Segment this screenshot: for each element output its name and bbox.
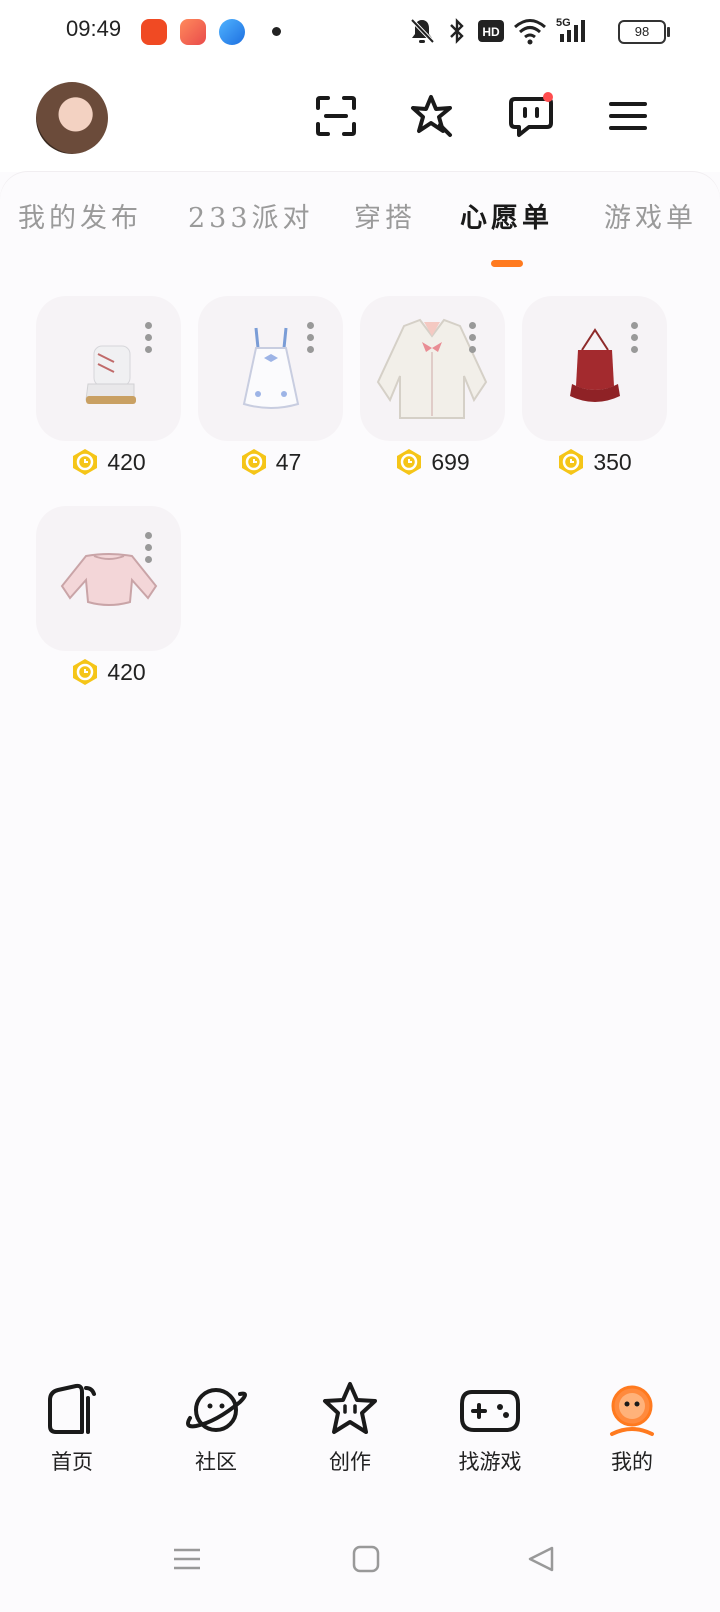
- cardigan-image: [376, 318, 488, 419]
- status-time: 09:49: [66, 16, 122, 41]
- profile-tabs: 我的发布 233派对 穿搭 心愿单 游戏单: [0, 196, 720, 276]
- pink-offshoulder-top-thumbnail[interactable]: [36, 506, 181, 651]
- white-dress-thumbnail[interactable]: [198, 296, 343, 441]
- more-options-button[interactable]: [631, 322, 639, 353]
- cardigan-thumbnail[interactable]: [360, 296, 505, 441]
- wifi-icon: [514, 19, 546, 45]
- cellular-signal-icon: 5G: [556, 17, 585, 42]
- wishlist-item: 350: [522, 296, 667, 496]
- home-icon: [48, 1383, 96, 1434]
- scan-button[interactable]: [310, 90, 362, 142]
- status-bar: 09:49 HD 5G 98: [0, 0, 720, 62]
- more-options-button[interactable]: [145, 532, 153, 563]
- scan-icon: [316, 96, 356, 136]
- recent-apps-icon[interactable]: [172, 1544, 202, 1574]
- nav-home[interactable]: 首页: [12, 1380, 132, 1490]
- profile-face-icon: [610, 1385, 654, 1436]
- mute-icon: [410, 18, 435, 44]
- game-app-icon: [180, 19, 206, 45]
- gamepad-icon: [460, 1390, 520, 1432]
- creation-star-button[interactable]: [407, 90, 459, 142]
- coin-icon: [73, 659, 98, 685]
- coin-icon: [397, 449, 422, 475]
- menu-icon: [609, 102, 647, 130]
- more-options-button[interactable]: [469, 322, 477, 353]
- content-panel: 我的发布 233派对 穿搭 心愿单 游戏单 420 47 699 350 420: [0, 172, 720, 1390]
- nav-me[interactable]: 我的: [572, 1380, 692, 1490]
- tab-233-party[interactable]: 233派对: [188, 196, 314, 235]
- wishlist-item: 420: [36, 296, 181, 496]
- nav-community[interactable]: 社区: [156, 1380, 276, 1490]
- dress-image: [242, 327, 300, 409]
- tab-wishlist[interactable]: 心愿单: [460, 196, 553, 235]
- star-wand-icon: [411, 95, 452, 137]
- nav-label: 我的: [611, 1450, 653, 1474]
- wishlist-item: 47: [198, 296, 343, 496]
- messages-button[interactable]: [505, 90, 557, 142]
- price-value: 350: [593, 448, 632, 475]
- price-value: 47: [275, 448, 302, 475]
- svg-text:5G: 5G: [556, 17, 571, 29]
- star-face-icon: [323, 1382, 377, 1434]
- wishlist-item: 699: [360, 296, 505, 496]
- active-tab-indicator: [491, 260, 523, 267]
- user-avatar[interactable]: [36, 82, 108, 154]
- unread-dot: [543, 92, 553, 102]
- price-value: 699: [431, 448, 470, 475]
- system-navigation-bar: [0, 1500, 720, 1612]
- item-price: 350: [522, 448, 667, 476]
- tab-outfits[interactable]: 穿搭: [354, 196, 416, 235]
- bottom-navigation: 首页 社区 创作 找游戏 我的: [0, 1380, 720, 1500]
- nav-find-games[interactable]: 找游戏: [430, 1380, 550, 1490]
- profile-header: [0, 62, 720, 172]
- pink-top-image: [60, 553, 158, 606]
- boots-image: [85, 345, 136, 404]
- battery-indicator: 98: [618, 20, 666, 44]
- hd-icon: HD: [478, 20, 504, 42]
- nav-label: 首页: [51, 1450, 93, 1474]
- coin-icon: [559, 449, 584, 475]
- app-notification-icon: [141, 19, 167, 45]
- item-price: 420: [36, 658, 181, 686]
- more-notifications-dot: [272, 27, 281, 36]
- nav-label: 创作: [329, 1450, 371, 1474]
- nav-label: 找游戏: [458, 1450, 522, 1474]
- coin-icon: [73, 449, 98, 475]
- nav-label: 社区: [195, 1450, 237, 1474]
- red-halter-top-thumbnail[interactable]: [522, 296, 667, 441]
- white-boots-thumbnail[interactable]: [36, 296, 181, 441]
- more-options-button[interactable]: [307, 322, 315, 353]
- tab-game-list[interactable]: 游戏单: [604, 196, 697, 235]
- browser-app-icon: [219, 19, 245, 45]
- battery-tip: [667, 27, 670, 37]
- price-value: 420: [107, 448, 146, 475]
- back-icon[interactable]: [526, 1544, 556, 1574]
- tab-my-posts[interactable]: 我的发布: [18, 196, 142, 235]
- nav-create[interactable]: 创作: [290, 1380, 410, 1490]
- more-options-button[interactable]: [145, 322, 153, 353]
- menu-button[interactable]: [602, 90, 654, 142]
- red-top-image: [570, 328, 620, 402]
- price-value: 420: [107, 658, 146, 685]
- svg-text:HD: HD: [482, 25, 500, 39]
- home-square-icon[interactable]: [351, 1544, 381, 1574]
- wishlist-item: 420: [36, 506, 181, 706]
- item-price: 420: [36, 448, 181, 476]
- planet-icon: [186, 1388, 247, 1432]
- item-price: 699: [360, 448, 505, 476]
- item-price: 47: [198, 448, 343, 476]
- bluetooth-icon: [450, 18, 464, 44]
- coin-icon: [241, 449, 266, 475]
